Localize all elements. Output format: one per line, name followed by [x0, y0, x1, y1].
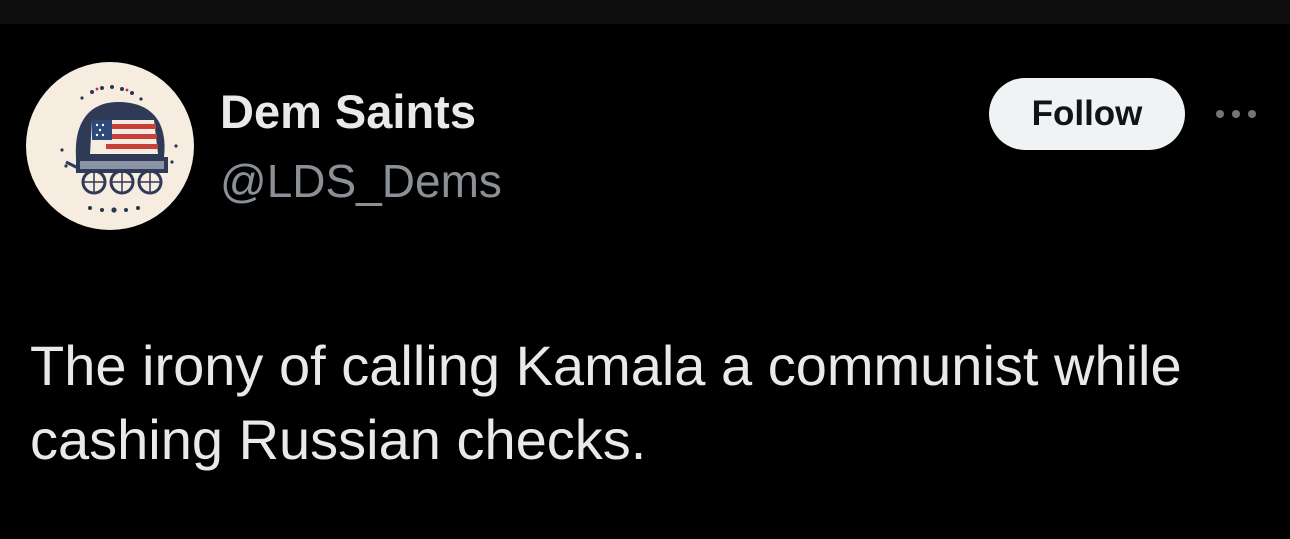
tweet-card: Dem Saints @LDS_Dems Follow The irony of… [0, 24, 1290, 539]
top-status-strip [0, 0, 1290, 24]
more-options-icon [1216, 110, 1256, 118]
follow-button[interactable]: Follow [989, 78, 1185, 150]
more-options-button[interactable] [1210, 100, 1262, 128]
covered-wagon-logo-icon [60, 85, 178, 213]
tweet-text: The irony of calling Kamala a communist … [30, 334, 1182, 471]
author-display-name[interactable]: Dem Saints [220, 84, 476, 140]
author-handle[interactable]: @LDS_Dems [220, 154, 502, 208]
avatar[interactable] [26, 62, 194, 230]
